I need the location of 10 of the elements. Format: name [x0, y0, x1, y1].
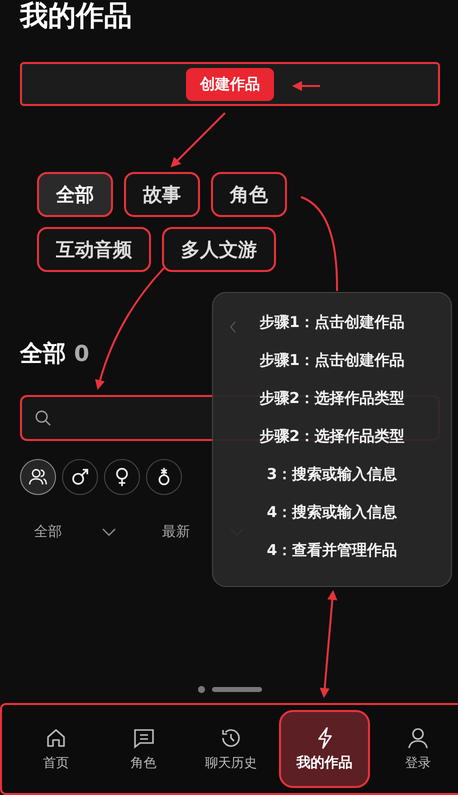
step-text: 步骤1：点击创建作品 — [259, 351, 405, 371]
item-count: 0 — [74, 342, 90, 367]
step-text: 步骤2：选择作品类型 — [259, 427, 405, 447]
step-text: 4：查看并管理作品 — [266, 541, 398, 561]
step-text: 步骤2：选择作品类型 — [259, 389, 405, 409]
step-text: 4：搜索或输入信息 — [266, 503, 398, 523]
step-text: 步骤1：点击创建作品 — [259, 313, 405, 333]
page-title: 我的作品 — [20, 0, 133, 32]
section-title: 全部 — [20, 340, 66, 369]
step-text: 3：搜索或输入信息 — [266, 465, 398, 485]
